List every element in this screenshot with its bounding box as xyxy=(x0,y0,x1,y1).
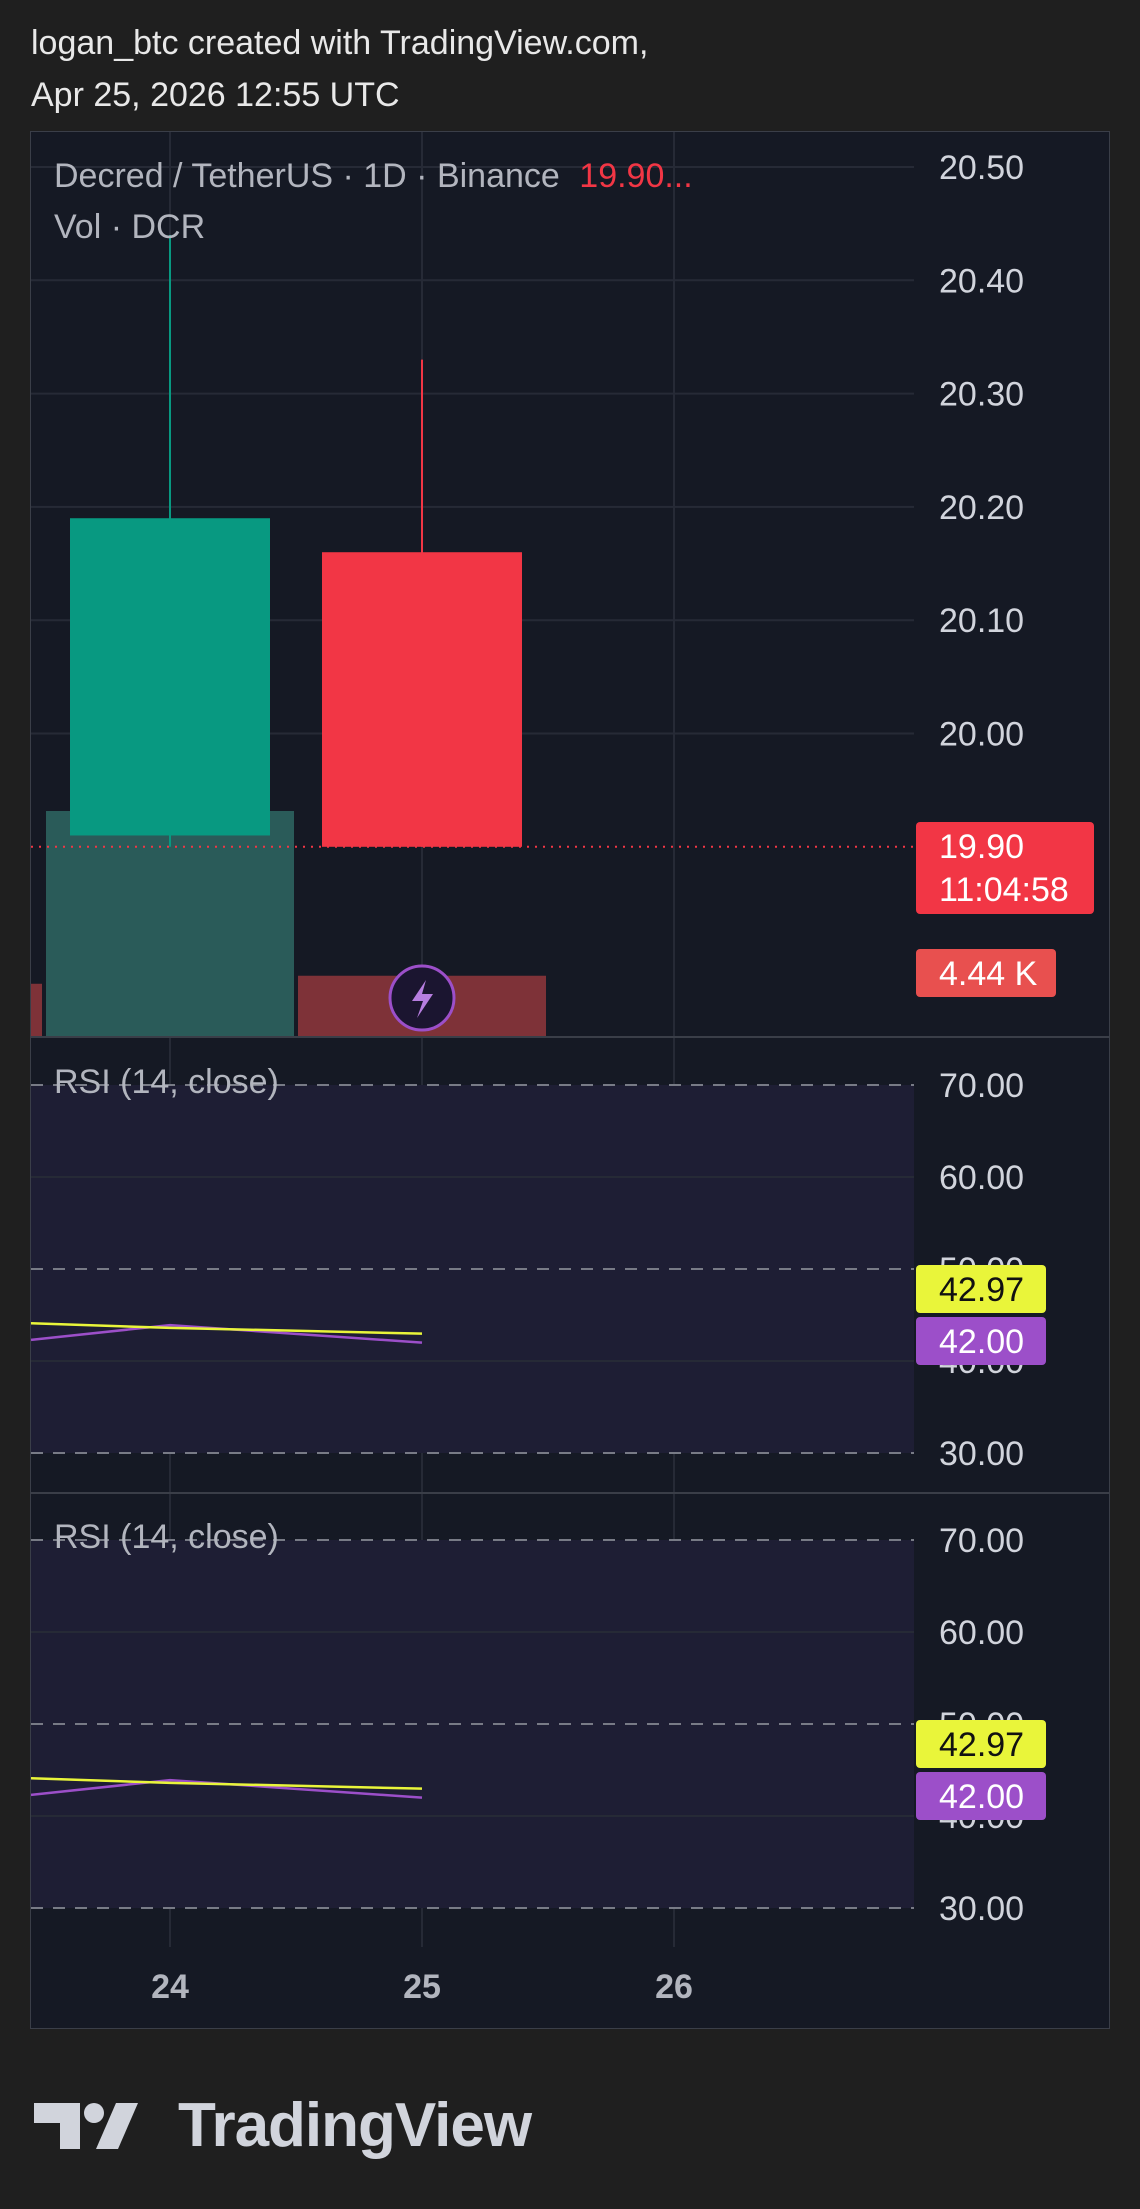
legend-price: 19.90... xyxy=(579,157,693,195)
volume-legend[interactable]: Vol · DCR xyxy=(54,208,205,247)
volume-bar[interactable] xyxy=(0,983,42,1036)
rsi-axis-tick: 70.00 xyxy=(939,1522,1024,1560)
logo-wordmark: TradingView xyxy=(178,2091,532,2160)
symbol-title: Decred / TetherUS · 1D · Binance xyxy=(54,157,560,195)
rsi-legend-2[interactable]: RSI (14, close) xyxy=(54,1518,279,1557)
chart-author-line: logan_btc created with TradingView.com, xyxy=(31,24,649,62)
rsi-legend-1[interactable]: RSI (14, close) xyxy=(54,1063,279,1102)
rsi-value-label: 42.00 xyxy=(939,1778,1024,1816)
last-price-label: 19.90 xyxy=(939,828,1024,866)
candle-body[interactable] xyxy=(70,518,270,836)
rsi-axis-tick: 70.00 xyxy=(939,1067,1024,1105)
price-axis-tick: 20.20 xyxy=(939,489,1024,527)
tradingview-logo[interactable]: TradingView xyxy=(34,2090,532,2161)
rsi-axis-tick: 60.00 xyxy=(939,1614,1024,1652)
bar-countdown-label: 11:04:58 xyxy=(939,871,1069,909)
rsi-value-label: 42.97 xyxy=(939,1271,1024,1309)
price-legend[interactable]: Decred / TetherUS · 1D · Binance 19.90..… xyxy=(54,157,693,196)
rsi-axis-tick: 30.00 xyxy=(939,1435,1024,1473)
rsi-axis-tick: 30.00 xyxy=(939,1890,1024,1928)
price-axis-tick: 20.30 xyxy=(939,376,1024,414)
price-axis-tick: 20.00 xyxy=(939,716,1024,754)
tradingview-logo-icon xyxy=(34,2102,138,2149)
time-axis-tick: 24 xyxy=(151,1968,189,2006)
chart-timestamp: Apr 25, 2026 12:55 UTC xyxy=(31,76,400,114)
price-axis-tick: 20.10 xyxy=(939,602,1024,640)
rsi-value-label: 42.97 xyxy=(939,1726,1024,1764)
time-axis-tick: 26 xyxy=(655,1968,693,2006)
price-axis-tick: 20.40 xyxy=(939,262,1024,300)
rsi-value-label: 42.00 xyxy=(939,1323,1024,1361)
candle-body[interactable] xyxy=(322,552,522,847)
time-axis-tick: 25 xyxy=(403,1968,441,2006)
volume-value-label: 4.44 K xyxy=(939,955,1038,993)
chart-frame: 20.50 20.40 20.30 20.20 20.10 20.00 19.90 11:04… xyxy=(0,131,1110,2029)
price-axis-tick: 20.50 xyxy=(939,149,1024,187)
rsi-axis-tick: 60.00 xyxy=(939,1159,1024,1197)
